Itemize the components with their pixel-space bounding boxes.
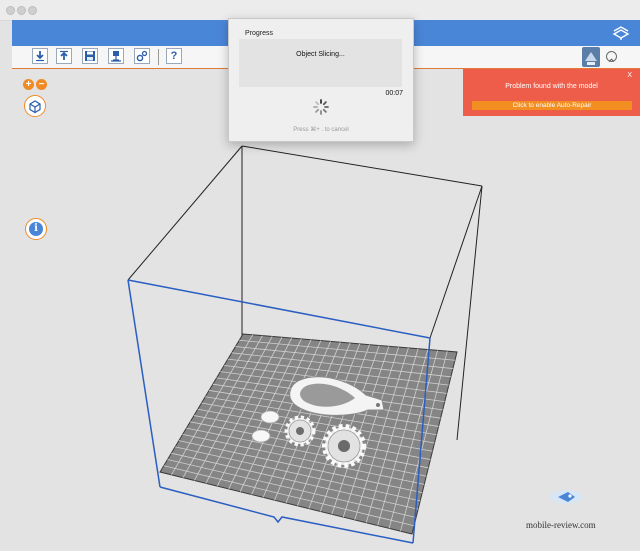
- cancel-hint: Press ⌘+ . to cancel: [293, 127, 349, 133]
- alert-close-button[interactable]: X: [627, 72, 632, 79]
- progress-message: Object Slicing...: [296, 51, 345, 58]
- progress-message-panel: Object Slicing...: [239, 39, 402, 87]
- model-gear-large[interactable]: [322, 424, 366, 468]
- alert-message: Problem found with the model: [505, 83, 598, 90]
- elapsed-time: 00:07: [385, 90, 403, 97]
- model-gear-small[interactable]: [284, 415, 316, 447]
- progress-dialog-title: Progress: [245, 30, 274, 37]
- watermark-logo-icon: [549, 490, 583, 504]
- watermark-text: mobile-review.com: [526, 520, 596, 530]
- auto-repair-button[interactable]: Click to enable Auto-Repair: [472, 101, 632, 110]
- model-disc-lower[interactable]: [251, 429, 271, 443]
- loading-spinner-icon: [313, 99, 329, 115]
- model-disc-upper[interactable]: [260, 410, 280, 424]
- progress-dialog: Progress Object Slicing... 00:07 Press ⌘…: [228, 18, 414, 142]
- model-problem-alert: X Problem found with the model Click to …: [463, 69, 640, 116]
